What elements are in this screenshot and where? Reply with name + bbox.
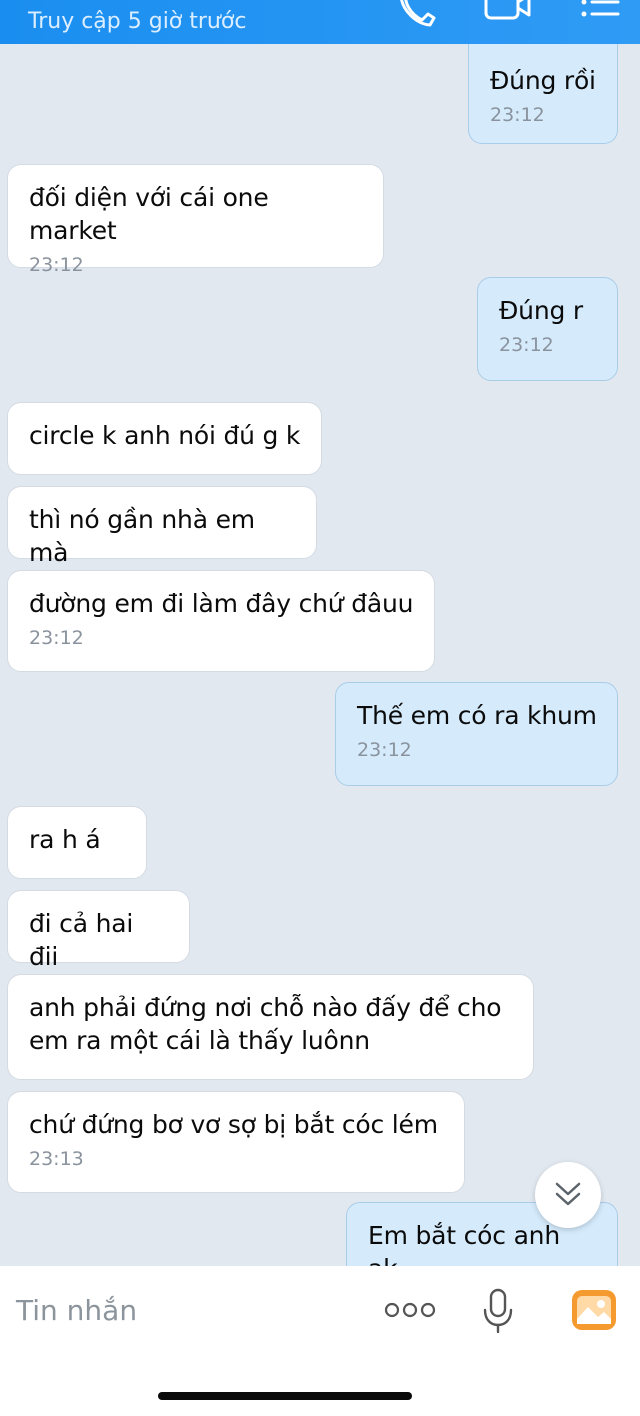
message-time: 23:12: [490, 104, 545, 126]
message-bubble[interactable]: Đúng rồi 23:12: [468, 44, 618, 144]
message-text: đi cả hai đii: [29, 909, 134, 971]
menu-icon[interactable]: [580, 0, 620, 26]
message-text: circle k anh nói đú g k: [29, 421, 301, 450]
message-time: 23:12: [29, 254, 84, 276]
message-bubble[interactable]: đối diện với cái one market 23:12: [7, 164, 384, 276]
image-icon[interactable]: [571, 1289, 617, 1331]
message-bubble[interactable]: anh phải đứng nơi chỗ nào đấy để cho em …: [7, 974, 534, 1080]
message-text: Đúng r: [499, 296, 583, 325]
contact-name-cropped: [70, 0, 230, 2]
chat-header: Truy cập 5 giờ trước: [0, 0, 640, 44]
scroll-to-bottom-button[interactable]: [535, 1162, 601, 1228]
message-bubble[interactable]: ra h á: [7, 806, 147, 879]
message-text: Thế em có ra khum: [357, 701, 597, 730]
phone-icon[interactable]: [398, 0, 440, 28]
message-text: thì nó gần nhà em mà: [29, 505, 255, 567]
message-bubble[interactable]: Thế em có ra khum 23:12: [335, 682, 618, 786]
last-seen-status: Truy cập 5 giờ trước: [28, 9, 247, 34]
message-text: đường em đi làm đây chứ đâuu: [29, 589, 414, 618]
message-text: anh phải đứng nơi chỗ nào đấy để cho em …: [29, 993, 502, 1055]
message-bubble[interactable]: chứ đứng bơ vơ sợ bị bắt cóc lém 23:13: [7, 1091, 465, 1193]
microphone-icon[interactable]: [482, 1288, 514, 1334]
message-input[interactable]: Tin nhắn: [16, 1294, 137, 1327]
message-bubble[interactable]: circle k anh nói đú g k: [7, 402, 322, 475]
video-call-icon[interactable]: [484, 0, 532, 26]
message-bubble[interactable]: đường em đi làm đây chứ đâuu 23:12: [7, 570, 435, 672]
message-time: 23:12: [499, 334, 554, 356]
message-time: 23:12: [357, 739, 412, 761]
message-time: 23:13: [29, 1148, 84, 1170]
message-text: đối diện với cái one market: [29, 183, 269, 245]
message-text: chứ đứng bơ vơ sợ bị bắt cóc lém: [29, 1110, 438, 1139]
message-bubble[interactable]: đi cả hai đii: [7, 890, 190, 971]
more-options-icon[interactable]: [384, 1300, 436, 1320]
home-indicator[interactable]: [158, 1392, 412, 1400]
message-list[interactable]: Đúng rồi 23:12 đối diện với cái one mark…: [0, 44, 640, 1266]
double-chevron-down-icon: [555, 1182, 581, 1206]
message-bubble[interactable]: Đúng r 23:12: [477, 277, 618, 381]
message-text: ra h á: [29, 825, 101, 854]
message-text: Đúng rồi: [490, 66, 596, 95]
message-time: 23:12: [29, 627, 84, 649]
message-bubble[interactable]: thì nó gần nhà em mà: [7, 486, 317, 567]
